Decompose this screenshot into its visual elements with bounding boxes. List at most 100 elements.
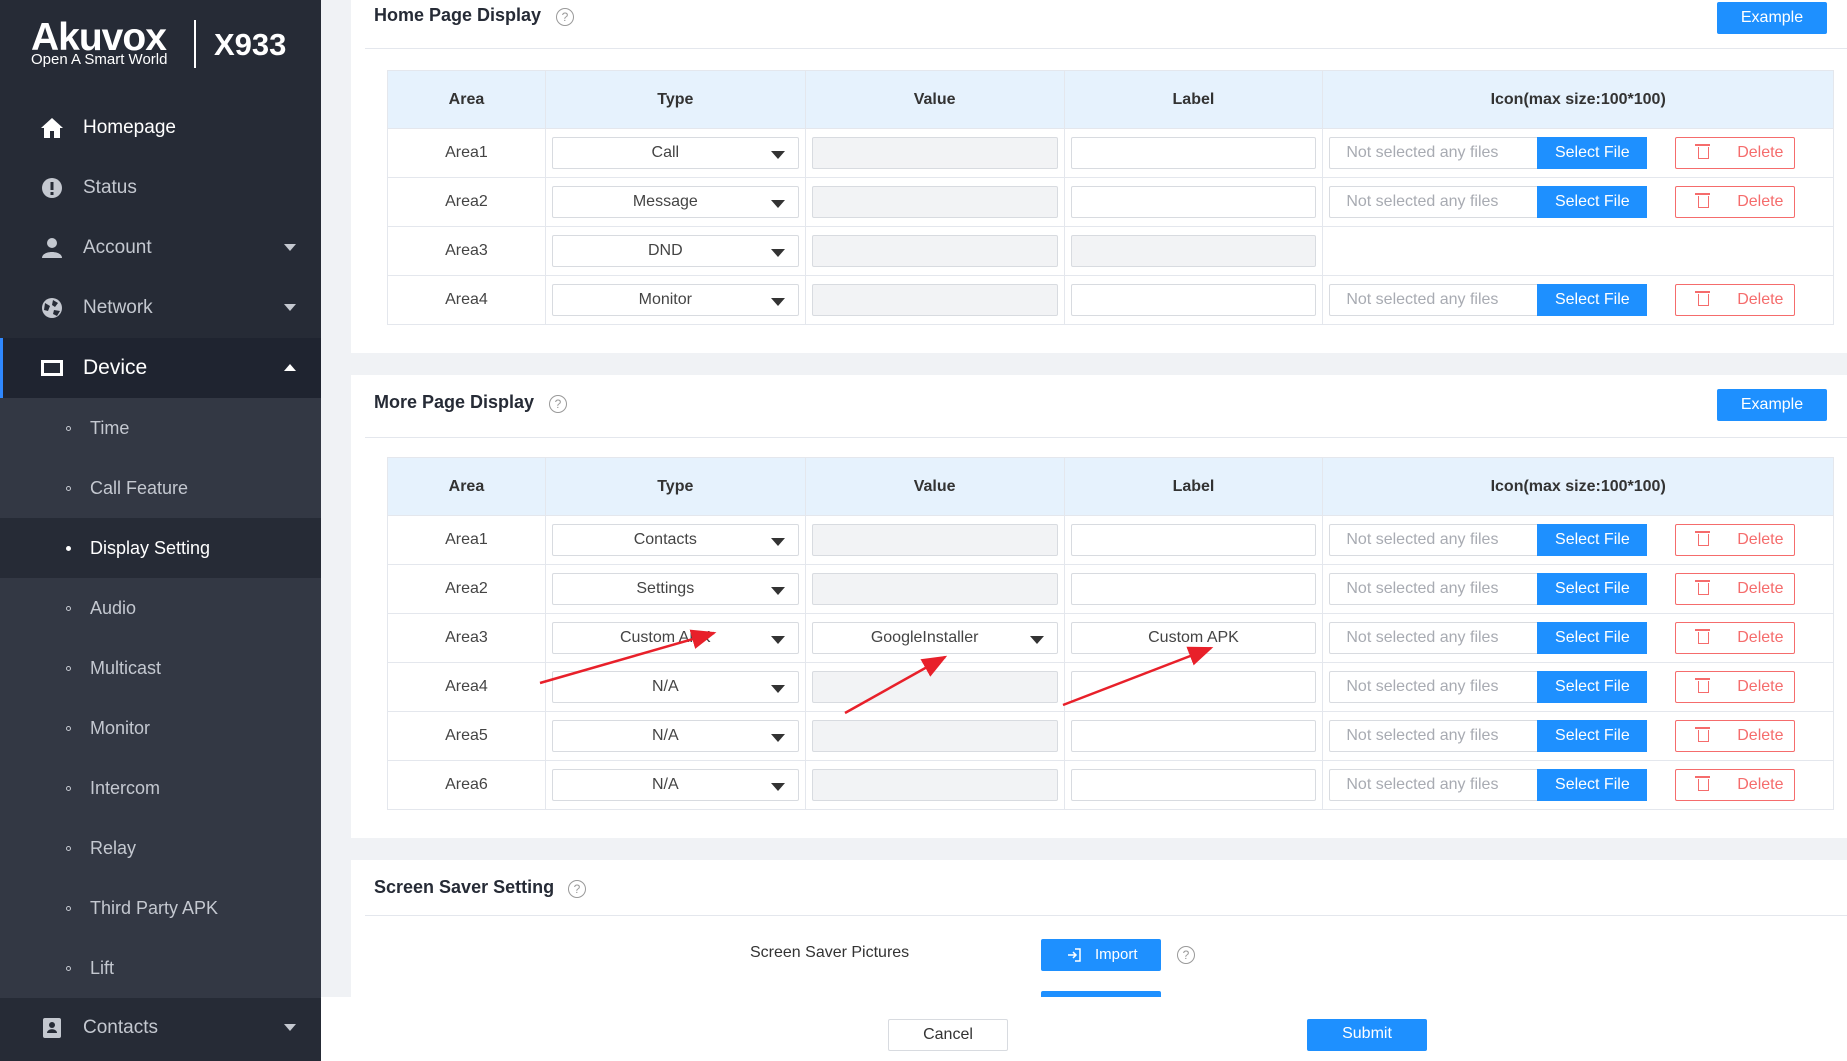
delete-label: Delete: [1737, 580, 1784, 597]
section-divider: [365, 48, 1847, 49]
select-file-button[interactable]: Select File: [1537, 720, 1648, 752]
label-input[interactable]: [1070, 573, 1317, 605]
subnav-relay[interactable]: Relay: [0, 818, 321, 878]
subnav-display-setting[interactable]: Display Setting: [0, 518, 321, 578]
type-select[interactable]: Settings: [551, 573, 799, 605]
label-input[interactable]: [1070, 671, 1317, 703]
subnav-monitor[interactable]: Monitor: [0, 698, 321, 758]
nav-account[interactable]: Account: [0, 218, 321, 278]
column-header: Area: [387, 457, 546, 516]
column-header: Type: [544, 457, 806, 516]
subnav-label: Relay: [90, 837, 137, 858]
type-cell: Call: [544, 128, 806, 178]
subnav-multicast[interactable]: Multicast: [0, 638, 321, 698]
import-label: Import: [1095, 946, 1138, 963]
label-input[interactable]: [1070, 137, 1317, 169]
cancel-button[interactable]: Cancel: [888, 1019, 1008, 1051]
help-icon[interactable]: ?: [549, 395, 567, 413]
select-file-button[interactable]: Select File: [1537, 524, 1648, 556]
file-picker: Not selected any files Select File: [1329, 769, 1648, 801]
subnav-call-feature[interactable]: Call Feature: [0, 458, 321, 518]
label-input[interactable]: Custom APK: [1070, 622, 1317, 654]
nav-label: Contacts: [83, 1017, 158, 1038]
select-file-button[interactable]: Select File: [1537, 284, 1648, 316]
select-value: Contacts: [633, 531, 697, 548]
select-file-button[interactable]: Select File: [1537, 137, 1648, 169]
help-icon[interactable]: ?: [556, 8, 574, 26]
subnav-audio[interactable]: Audio: [0, 578, 321, 638]
subnav-intercom[interactable]: Intercom: [0, 758, 321, 818]
label-input[interactable]: [1070, 720, 1317, 752]
delete-button[interactable]: Delete: [1675, 720, 1796, 752]
type-select[interactable]: Message: [551, 186, 799, 218]
brand-slogan: Open A Smart World: [31, 51, 168, 68]
type-select[interactable]: N/A: [551, 671, 799, 703]
type-select[interactable]: DND: [551, 235, 799, 267]
type-cell: N/A: [544, 662, 806, 712]
select-file-button[interactable]: Select File: [1537, 573, 1648, 605]
select-value: GoogleInstaller: [870, 629, 979, 646]
bullet-icon: [66, 786, 71, 791]
subnav-time[interactable]: Time: [0, 398, 321, 458]
help-icon[interactable]: ?: [568, 880, 586, 898]
nav-network[interactable]: Network: [0, 278, 321, 338]
area-cell: Area3: [387, 226, 546, 276]
label-input[interactable]: [1070, 284, 1317, 316]
type-select[interactable]: N/A: [551, 720, 799, 752]
select-file-button[interactable]: Select File: [1537, 769, 1648, 801]
value-cell: [804, 564, 1065, 614]
select-file-button[interactable]: Select File: [1537, 671, 1648, 703]
label-input[interactable]: [1070, 186, 1317, 218]
nav-homepage[interactable]: Homepage: [0, 98, 321, 158]
type-select[interactable]: Custom APK: [551, 622, 799, 654]
more-page-table: Area Type Value Label Icon(max size:100*…: [387, 457, 1834, 810]
dropdown-arrow-icon: [770, 783, 785, 791]
nav-contacts[interactable]: Contacts: [0, 998, 321, 1058]
select-value: Custom APK: [619, 629, 711, 646]
delete-button[interactable]: Delete: [1675, 524, 1796, 556]
section-divider: [365, 437, 1847, 438]
delete-button[interactable]: Delete: [1675, 573, 1796, 605]
file-placeholder: Not selected any files: [1346, 727, 1499, 744]
import-button[interactable]: Import: [1041, 939, 1161, 971]
nav-status[interactable]: Status: [0, 158, 321, 218]
delete-button[interactable]: Delete: [1675, 137, 1796, 169]
type-select[interactable]: Contacts: [551, 524, 799, 556]
trash-icon: [1695, 580, 1711, 595]
column-header: Value: [804, 457, 1065, 516]
value-select[interactable]: GoogleInstaller: [811, 622, 1058, 654]
type-select[interactable]: Monitor: [551, 284, 799, 316]
select-file-button[interactable]: Select File: [1537, 622, 1648, 654]
delete-button[interactable]: Delete: [1675, 769, 1796, 801]
label-cell: [1063, 662, 1324, 712]
column-header: Type: [544, 70, 806, 129]
label-input[interactable]: [1070, 769, 1317, 801]
select-file-button[interactable]: Select File: [1537, 186, 1648, 218]
delete-button[interactable]: Delete: [1675, 671, 1796, 703]
nav-device[interactable]: Device: [0, 338, 321, 398]
example-button[interactable]: Example: [1717, 389, 1827, 421]
label-cell: [1063, 760, 1324, 810]
dropdown-arrow-icon: [770, 249, 785, 257]
value-cell: [804, 275, 1065, 325]
subnav-label: Multicast: [90, 657, 162, 678]
label-cell: [1063, 177, 1324, 227]
type-select[interactable]: Call: [551, 137, 799, 169]
table-header-row: Area Type Value Label Icon(max size:100*…: [387, 457, 1834, 516]
type-cell: Contacts: [544, 515, 806, 565]
delete-button[interactable]: Delete: [1675, 186, 1796, 218]
table-row: Area5 N/A Not selected any files Select F…: [387, 711, 1834, 761]
table-row: Area2 Settings Not selected any files Sel…: [387, 564, 1834, 614]
delete-label: Delete: [1737, 531, 1784, 548]
submit-button[interactable]: Submit: [1307, 1019, 1427, 1051]
type-select[interactable]: N/A: [551, 769, 799, 801]
example-button[interactable]: Example: [1717, 2, 1827, 34]
subnav-lift[interactable]: Lift: [0, 938, 321, 998]
label-input[interactable]: [1070, 524, 1317, 556]
subnav-third-party-apk[interactable]: Third Party APK: [0, 878, 321, 938]
help-icon[interactable]: ?: [1177, 946, 1195, 964]
delete-button[interactable]: Delete: [1675, 622, 1796, 654]
delete-button[interactable]: Delete: [1675, 284, 1796, 316]
icon-cell: Not selected any files Select File Delete: [1322, 760, 1834, 810]
bullet-icon: [66, 966, 71, 971]
